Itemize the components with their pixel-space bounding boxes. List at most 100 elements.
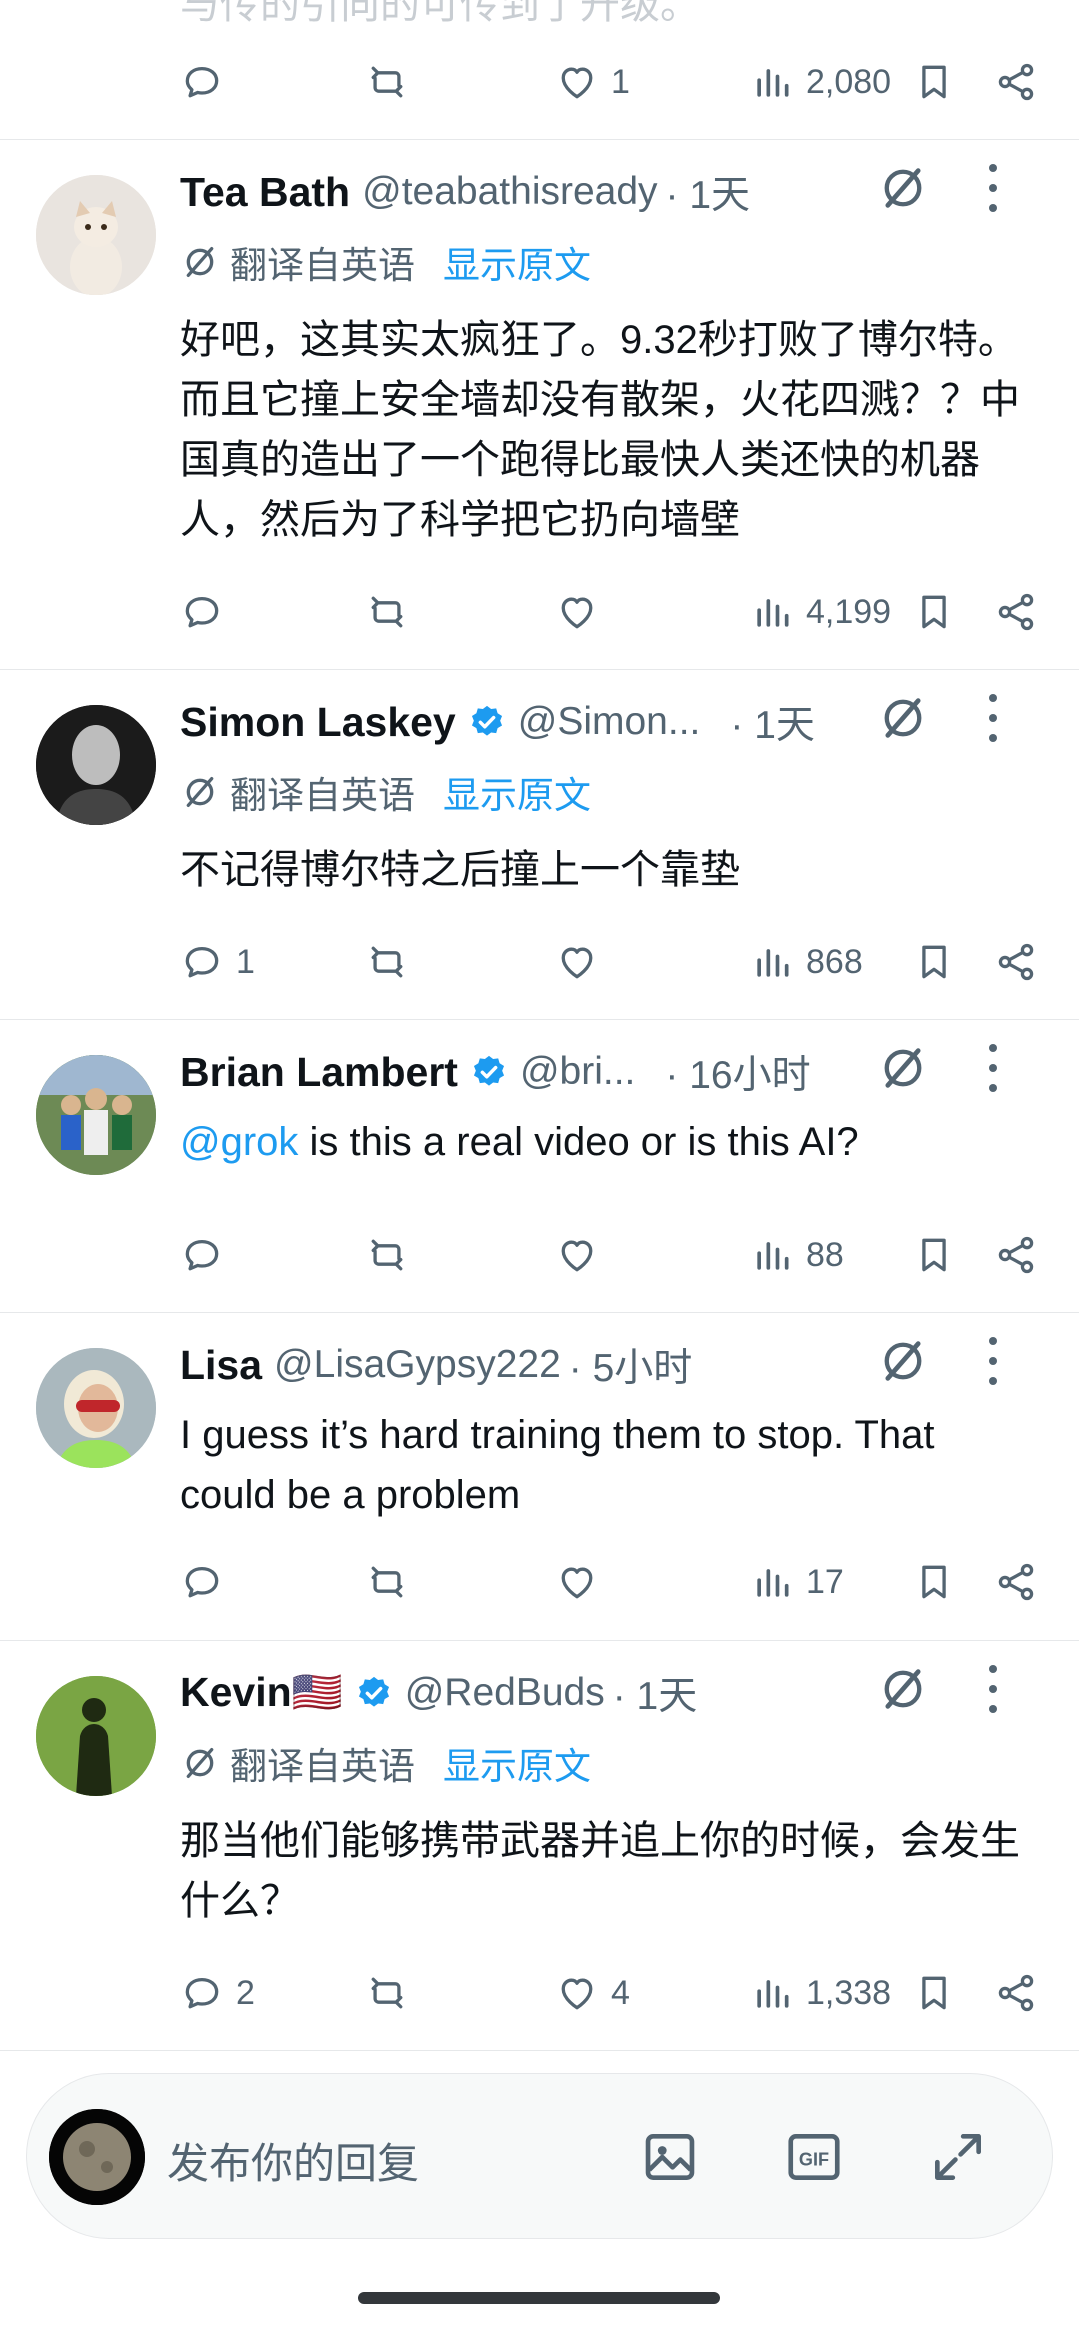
avatar[interactable] — [36, 705, 156, 825]
expand-icon[interactable] — [927, 2126, 989, 2188]
tweet-actions: 4,199 — [180, 584, 1049, 640]
like-button[interactable] — [555, 584, 599, 640]
bookmark-button[interactable] — [912, 54, 956, 110]
grok-icon[interactable] — [877, 1042, 929, 1094]
avatar[interactable] — [36, 1676, 156, 1796]
tweet-header: Kevin🇺🇸 @RedBuds · 1天 — [180, 1663, 1049, 1723]
show-original-link[interactable]: 显示原文 — [443, 765, 591, 819]
tweet-text-body: is this a real video or is this AI? — [298, 1120, 859, 1164]
views-button[interactable]: 868 — [750, 934, 863, 990]
repost-button[interactable] — [365, 1554, 409, 1610]
share-button[interactable] — [994, 1965, 1038, 2021]
bookmark-button[interactable] — [912, 934, 956, 990]
views-button[interactable]: 88 — [750, 1227, 844, 1283]
repost-button[interactable] — [365, 54, 409, 110]
repost-button[interactable] — [365, 584, 409, 640]
author-handle[interactable]: @RedBuds — [405, 1671, 605, 1715]
author-name[interactable]: Simon Laskey — [180, 699, 456, 746]
view-count: 88 — [806, 1235, 844, 1274]
moon-avatar-image — [49, 2109, 145, 2205]
show-original-link[interactable]: 显示原文 — [443, 235, 591, 289]
repost-icon — [371, 1977, 403, 2009]
translated-from-label: 翻译自英语 — [230, 775, 415, 816]
reply-button[interactable]: 1 — [180, 934, 255, 990]
more-options-button[interactable] — [987, 1337, 999, 1385]
repost-button[interactable] — [365, 1965, 409, 2021]
home-indicator[interactable] — [358, 2292, 720, 2304]
author-handle[interactable]: @LisaGypsy222 — [274, 1343, 561, 1387]
like-button[interactable] — [555, 1227, 599, 1283]
image-icon[interactable] — [639, 2126, 701, 2188]
reply-button[interactable]: 2 — [180, 1965, 255, 2021]
show-original-link[interactable]: 显示原文 — [443, 1736, 591, 1790]
like-button[interactable]: 1 — [555, 54, 630, 110]
partial-tweet[interactable]: 与传的引向的可传到了升级。 12:12 PM 87 KB/s 4G 100 1 … — [0, 0, 1079, 140]
reply-button[interactable] — [180, 1227, 224, 1283]
share-button[interactable] — [994, 934, 1038, 990]
reply-input[interactable]: 发布你的回复 — [167, 2130, 419, 2191]
avatar[interactable] — [36, 1348, 156, 1468]
tweet-card[interactable]: Simon Laskey @Simon... · 1天 翻译自英语 显示原文 不… — [0, 670, 1079, 1020]
share-button[interactable] — [994, 1227, 1038, 1283]
avatar[interactable] — [36, 175, 156, 295]
shadow-avatar-image — [36, 1676, 156, 1796]
repost-button[interactable] — [365, 934, 409, 990]
like-button[interactable]: 4 — [555, 1965, 630, 2021]
grok-icon[interactable] — [877, 1335, 929, 1387]
avatar[interactable] — [36, 1055, 156, 1175]
author-handle[interactable]: @Simon... — [518, 700, 701, 744]
more-options-button[interactable] — [987, 1044, 999, 1092]
author-name[interactable]: Brian Lambert — [180, 1049, 458, 1096]
mention-link[interactable]: @grok — [180, 1120, 298, 1164]
author-name[interactable]: Tea Bath — [180, 169, 350, 216]
views-button[interactable]: 2,080 — [750, 54, 891, 110]
grok-icon[interactable] — [877, 162, 929, 214]
grok-icon[interactable] — [877, 1663, 929, 1715]
tweet-header: Lisa @LisaGypsy222 · 5小时 — [180, 1335, 1049, 1395]
bookmark-icon — [922, 65, 946, 99]
author-handle[interactable]: @teabathisready — [362, 170, 657, 214]
more-options-button[interactable] — [987, 1665, 999, 1713]
bookmark-button[interactable] — [912, 1554, 956, 1610]
bookmark-button[interactable] — [912, 584, 956, 640]
tweet-time: · 1天 — [665, 174, 751, 217]
gif-icon[interactable]: GIF — [783, 2126, 845, 2188]
repost-button[interactable] — [365, 1227, 409, 1283]
tweet-card[interactable]: Brian Lambert @bri... · 16小时 @grok is th… — [0, 1020, 1079, 1313]
repost-icon — [371, 1566, 403, 1598]
author-name[interactable]: Kevin🇺🇸 — [180, 1669, 343, 1717]
views-button[interactable]: 4,199 — [750, 584, 891, 640]
share-button[interactable] — [994, 54, 1038, 110]
more-options-button[interactable] — [987, 694, 999, 742]
more-options-button[interactable] — [987, 164, 999, 212]
bookmark-button[interactable] — [912, 1965, 956, 2021]
tweet-card[interactable]: Kevin🇺🇸 @RedBuds · 1天 翻译自英语 显示原文 那当他们能够携… — [0, 1641, 1079, 2051]
reply-button[interactable] — [180, 584, 224, 640]
bookmark-icon — [922, 945, 946, 979]
svg-text:GIF: GIF — [799, 2150, 829, 2170]
views-button[interactable]: 1,338 — [750, 1965, 891, 2021]
reply-composer[interactable]: 发布你的回复 GIF — [26, 2073, 1053, 2239]
grok-icon[interactable] — [877, 692, 929, 744]
share-icon — [998, 943, 1034, 981]
author-name[interactable]: Lisa — [180, 1342, 262, 1389]
reply-count: 1 — [236, 942, 255, 981]
share-icon — [998, 1236, 1034, 1274]
user-avatar[interactable] — [49, 2109, 145, 2205]
like-button[interactable] — [555, 1554, 599, 1610]
tweet-actions: 17 — [180, 1554, 1049, 1610]
reply-button[interactable] — [180, 1554, 224, 1610]
bookmark-button[interactable] — [912, 1227, 956, 1283]
views-button[interactable]: 17 — [750, 1554, 844, 1610]
bookmark-icon — [922, 1976, 946, 2010]
tweet-text: 好吧，这其实太疯狂了。9.32秒打败了博尔特。而且它撞上安全墙却没有散架，火花四… — [180, 318, 1020, 542]
tweet-card[interactable]: Lisa @LisaGypsy222 · 5小时 I guess it’s ha… — [0, 1313, 1079, 1641]
portrait-avatar-image — [36, 705, 156, 825]
share-button[interactable] — [994, 584, 1038, 640]
tweet-card[interactable]: Tea Bath @teabathisready · 1天 翻译自英语 显示原文… — [0, 140, 1079, 670]
reply-count: 2 — [236, 1973, 255, 2012]
reply-button[interactable] — [180, 54, 224, 110]
author-handle[interactable]: @bri... — [520, 1050, 635, 1094]
like-button[interactable] — [555, 934, 599, 990]
share-button[interactable] — [994, 1554, 1038, 1610]
